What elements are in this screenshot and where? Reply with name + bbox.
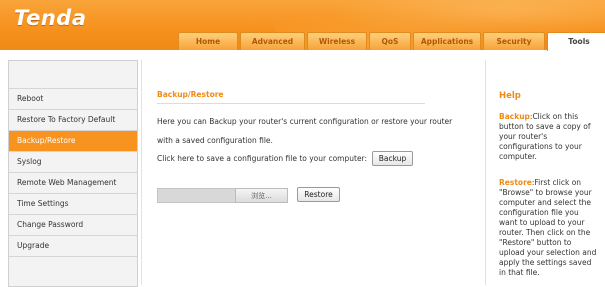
tab-home[interactable]: Home xyxy=(178,32,238,50)
header-bar: Tenda Home Advanced Wireless QoS Applica… xyxy=(0,0,605,51)
tab-security[interactable]: Security xyxy=(483,32,545,50)
description-line-1: Here you can Backup your router's curren… xyxy=(157,117,453,126)
restore-button[interactable]: Restore xyxy=(297,187,340,202)
tenda-logo: Tenda xyxy=(14,6,87,30)
sidebar-menu: Reboot Restore To Factory Default Backup… xyxy=(8,60,138,287)
tab-applications[interactable]: Applications xyxy=(413,32,481,50)
description-line-2: with a saved configuration file. xyxy=(157,136,273,145)
title-divider xyxy=(157,103,425,104)
tab-wireless[interactable]: Wireless xyxy=(307,32,367,50)
page-title: Backup/Restore xyxy=(157,90,224,99)
help-restore-keyword: Restore xyxy=(499,178,532,187)
main-content: Backup/Restore Here you can Backup your … xyxy=(141,60,482,285)
tab-tools[interactable]: Tools xyxy=(547,32,605,51)
tab-advanced[interactable]: Advanced xyxy=(240,32,305,50)
sidebar-item-upgrade[interactable]: Upgrade xyxy=(9,236,137,257)
help-restore-text: Restore:First click on "Browse" to brows… xyxy=(499,178,597,278)
sidebar-spacer xyxy=(9,61,137,89)
top-nav-tabs: Home Advanced Wireless QoS Applications … xyxy=(178,32,605,51)
help-backup-keyword: Backup xyxy=(499,112,530,121)
sidebar-item-time-settings[interactable]: Time Settings xyxy=(9,194,137,215)
sidebar-item-syslog[interactable]: Syslog xyxy=(9,152,137,173)
backup-prompt: Click here to save a configuration file … xyxy=(157,154,368,163)
tab-qos[interactable]: QoS xyxy=(369,32,411,50)
help-panel: Help Backup:Click on this button to save… xyxy=(485,60,605,285)
sidebar-item-remote-web-management[interactable]: Remote Web Management xyxy=(9,173,137,194)
sidebar-item-reboot[interactable]: Reboot xyxy=(9,89,137,110)
help-restore-description: :First click on "Browse" to browse your … xyxy=(499,178,597,277)
sidebar-item-restore-factory-default[interactable]: Restore To Factory Default xyxy=(9,110,137,131)
help-title: Help xyxy=(499,91,521,101)
help-backup-text: Backup:Click on this button to save a co… xyxy=(499,112,597,162)
sidebar-item-change-password[interactable]: Change Password xyxy=(9,215,137,236)
backup-button[interactable]: Backup xyxy=(372,151,413,166)
browse-button[interactable]: 浏览... xyxy=(235,188,288,203)
sidebar-item-backup-restore[interactable]: Backup/Restore xyxy=(9,131,137,152)
